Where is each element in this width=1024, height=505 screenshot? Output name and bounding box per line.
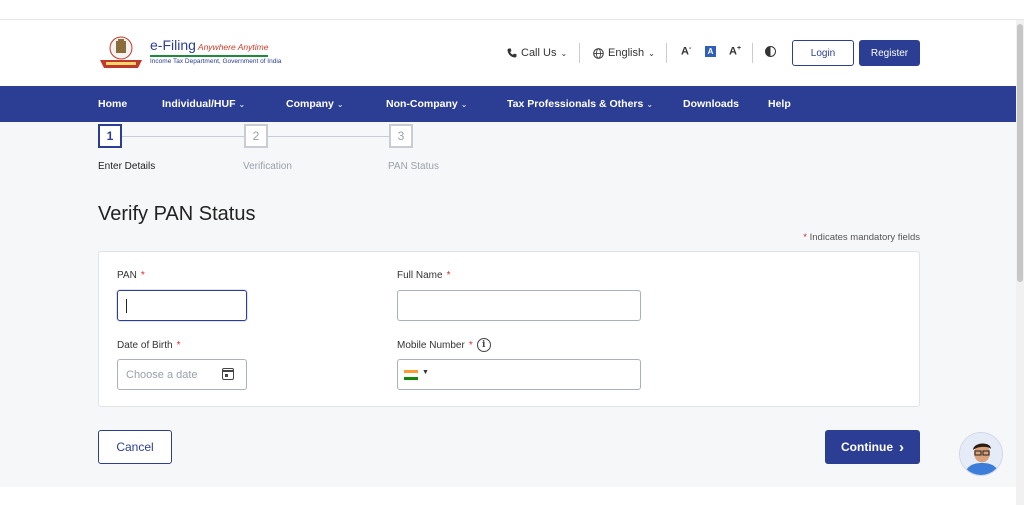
site-header: e-Filing Anywhere Anytime Income Tax Depa…	[0, 20, 1016, 86]
chevron-down-icon: ⌄	[646, 100, 654, 109]
chatbot-avatar-icon[interactable]	[959, 432, 1003, 476]
header-divider	[579, 43, 580, 63]
font-increase-button[interactable]: A+	[729, 45, 741, 58]
country-dropdown-caret-icon[interactable]: ▼	[422, 369, 429, 376]
dob-label: Date of Birth *	[117, 340, 181, 351]
call-us-menu[interactable]: Call Us ⌄	[507, 47, 567, 59]
page-footer-strip	[0, 487, 1016, 505]
dob-placeholder: Choose a date	[126, 369, 198, 381]
step-1-label: Enter Details	[98, 161, 156, 172]
calendar-icon[interactable]	[222, 368, 234, 380]
mobile-number-label: Mobile Number * i	[397, 338, 491, 352]
nav-item-home[interactable]: Home	[98, 98, 127, 110]
font-default-button[interactable]: A	[705, 46, 716, 57]
main-nav: Home Individual/HUF ⌄ Company ⌄ Non-Compan…	[0, 86, 1016, 122]
register-button[interactable]: Register	[859, 40, 920, 66]
continue-button[interactable]: Continue ›	[825, 430, 920, 464]
nav-item-help[interactable]: Help	[768, 98, 791, 110]
phone-icon	[507, 48, 517, 58]
logo-tagline: Anywhere Anytime	[197, 42, 269, 52]
full-name-input[interactable]	[397, 290, 641, 321]
globe-icon	[593, 47, 604, 59]
chevron-down-icon: ⌄	[238, 100, 246, 109]
nav-item-downloads[interactable]: Downloads	[683, 98, 739, 110]
stepper-connector	[122, 136, 245, 137]
text-cursor	[126, 299, 127, 313]
cancel-button[interactable]: Cancel	[98, 430, 172, 464]
india-flag-icon[interactable]	[404, 370, 418, 380]
logo-subtitle: Income Tax Department, Government of Ind…	[150, 58, 282, 65]
mandatory-note: * Indicates mandatory fields	[803, 232, 920, 243]
nav-item-tax-professionals[interactable]: Tax Professionals & Others ⌄	[507, 98, 653, 110]
step-3-label: PAN Status	[388, 161, 439, 172]
header-divider	[666, 43, 667, 63]
mandatory-note-text: Indicates mandatory fields	[809, 232, 920, 243]
mobile-number-input[interactable]: ▼	[397, 359, 641, 390]
full-name-label: Full Name *	[397, 270, 451, 281]
scrollbar-thumb[interactable]	[1017, 24, 1023, 282]
header-divider	[752, 43, 753, 63]
required-mark: *	[803, 232, 807, 243]
stepper-connector	[268, 136, 390, 137]
step-2-label: Verification	[243, 161, 292, 172]
nav-item-company[interactable]: Company ⌄	[286, 98, 344, 110]
continue-label: Continue	[841, 440, 893, 454]
info-icon[interactable]: i	[476, 338, 491, 352]
emblem-icon	[100, 36, 142, 68]
step-2-indicator: 2	[244, 124, 268, 148]
logo-underline	[150, 55, 268, 57]
nav-item-individual-huf[interactable]: Individual/HUF ⌄	[162, 98, 245, 110]
font-decrease-button[interactable]: A-	[681, 45, 691, 58]
pan-form-card: PAN * Full Name * Date of Birth * Choose a …	[98, 251, 920, 407]
browser-top-strip	[0, 0, 1024, 20]
pan-input[interactable]	[117, 290, 247, 321]
efiling-logo[interactable]: e-Filing Anywhere Anytime Income Tax Depa…	[98, 36, 282, 72]
language-selector[interactable]: English ⌄	[593, 47, 655, 59]
chevron-down-icon: ⌄	[336, 100, 344, 109]
language-label: English	[608, 47, 645, 59]
page-title: Verify PAN Status	[98, 203, 256, 225]
nav-item-non-company[interactable]: Non-Company ⌄	[386, 98, 467, 110]
pan-label: PAN *	[117, 270, 145, 281]
contrast-icon[interactable]	[765, 46, 776, 57]
dob-date-picker[interactable]: Choose a date	[117, 359, 247, 390]
chevron-right-icon: ›	[899, 438, 904, 456]
chevron-down-icon: ⌄	[648, 48, 655, 58]
logo-title: e-Filing Anywhere Anytime	[150, 37, 269, 53]
call-us-label: Call Us	[521, 47, 557, 59]
chevron-down-icon: ⌄	[460, 100, 468, 109]
chevron-down-icon: ⌄	[560, 48, 568, 58]
step-3-indicator: 3	[389, 124, 413, 148]
step-1-indicator: 1	[98, 124, 122, 148]
login-button[interactable]: Login	[792, 40, 854, 66]
